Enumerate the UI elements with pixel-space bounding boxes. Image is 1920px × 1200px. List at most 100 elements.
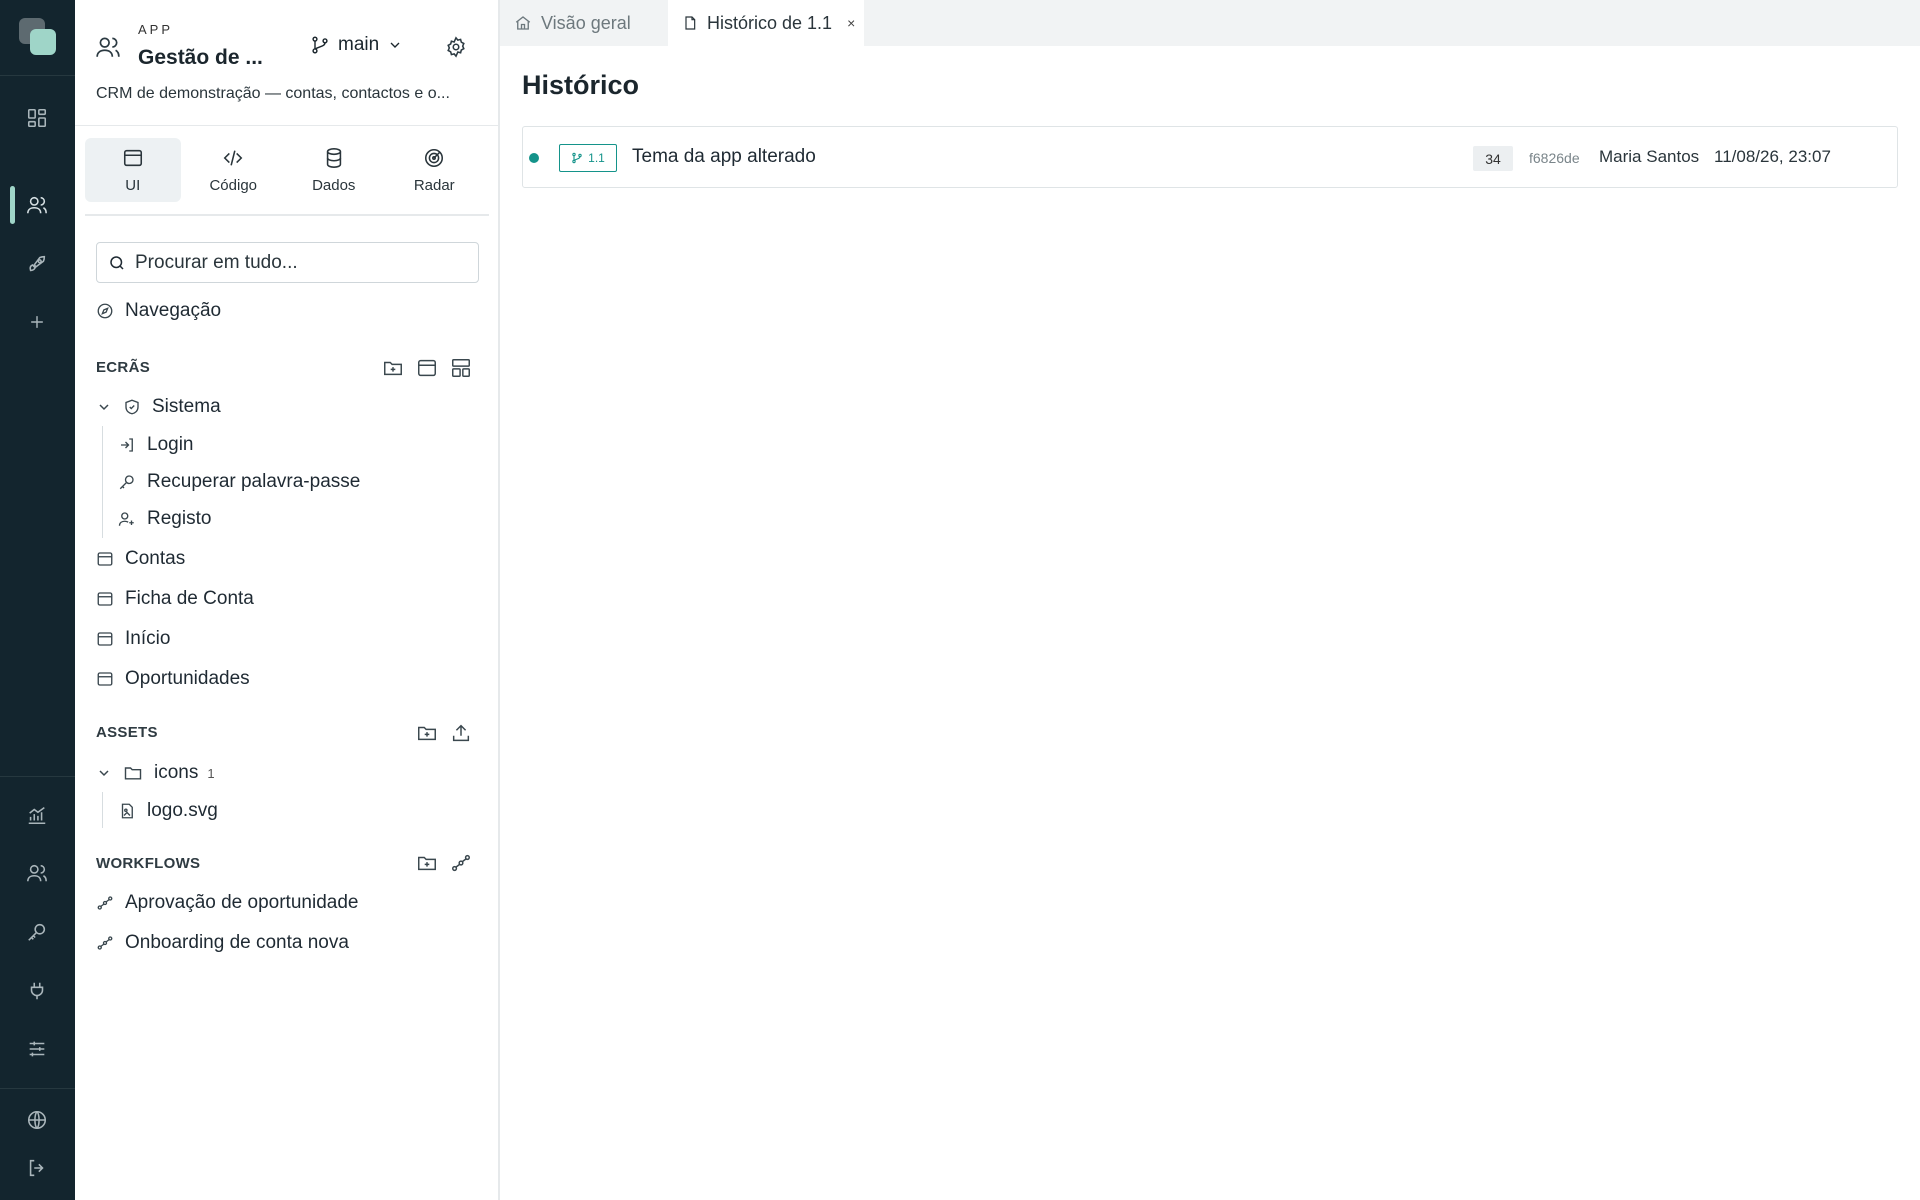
upload-icon[interactable] [450, 722, 472, 744]
page-title: Histórico [522, 70, 640, 100]
globe-icon[interactable] [23, 1106, 51, 1134]
navigation-item[interactable]: Navegação [96, 300, 221, 322]
tree-label: Login [147, 434, 194, 455]
plus-icon[interactable] [23, 308, 51, 336]
rocket-icon[interactable] [23, 250, 51, 278]
users-icon[interactable] [23, 191, 51, 219]
branch-label: main [338, 34, 380, 55]
key-icon[interactable] [23, 918, 51, 946]
screen-item-recuperar[interactable]: Recuperar palavra-passe [118, 471, 360, 493]
branch-selector[interactable]: main [310, 34, 403, 56]
mode-data[interactable]: Dados [286, 138, 382, 202]
screen-item-contas[interactable]: Contas [96, 548, 185, 570]
workflow-icon[interactable] [450, 852, 472, 874]
logout-icon[interactable] [23, 1154, 51, 1182]
key-icon [118, 473, 136, 491]
shield-icon [123, 398, 141, 416]
mode-code[interactable]: Código [186, 138, 282, 202]
tree-label: icons [154, 762, 199, 783]
tree-label: Sistema [152, 396, 221, 417]
screen-item-oportunidades[interactable]: Oportunidades [96, 668, 250, 690]
new-folder-icon[interactable] [416, 852, 438, 874]
file-icon [682, 14, 698, 32]
navigation-label: Navegação [125, 300, 222, 321]
history-date: 11/08/26, 23:07 [1714, 147, 1831, 166]
history-message: Tema da app alterado [632, 146, 816, 167]
screen-item-login[interactable]: Login [118, 434, 194, 456]
mode-radar[interactable]: Radar [387, 138, 483, 202]
asset-file-logo[interactable]: logo.svg [118, 800, 218, 822]
analytics-icon[interactable] [23, 801, 51, 829]
team-icon[interactable] [23, 859, 51, 887]
rail-divider [0, 1088, 75, 1089]
workflow-icon [96, 894, 114, 912]
tab-visao-geral[interactable]: Visão geral [500, 0, 668, 46]
browser-window-icon [96, 550, 114, 568]
screen-item-inicio[interactable]: Início [96, 628, 170, 650]
dashboard-icon[interactable] [23, 104, 51, 132]
screens-actions [382, 357, 472, 379]
app-description: CRM de demonstração — contas, contactos … [96, 85, 450, 102]
user-plus-icon [118, 510, 136, 528]
tab-bar: Visão geral Histórico de 1.1 × [500, 0, 1920, 46]
search-input[interactable] [135, 251, 455, 274]
rail-divider [0, 776, 75, 777]
tree-label: Registo [147, 508, 212, 529]
version-badge: 1.1 [559, 144, 617, 172]
workflows-actions [416, 852, 472, 874]
history-row[interactable]: 1.1 Tema da app alterado 34 f6826de Mari… [522, 126, 1898, 188]
chevron-down-icon [96, 765, 112, 781]
chevron-down-icon [96, 399, 112, 415]
close-icon[interactable]: × [847, 15, 855, 31]
tree-label: Contas [125, 548, 186, 569]
layout-icon[interactable] [450, 357, 472, 379]
compass-icon [96, 302, 114, 320]
users-icon [95, 34, 121, 60]
explorer-panel: APP Gestão de ... main CRM de demonstraç… [75, 0, 500, 1200]
rail-divider [0, 75, 75, 76]
workflow-icon [96, 934, 114, 952]
radar-icon [423, 147, 445, 169]
gear-icon[interactable] [445, 36, 467, 58]
asset-folder-icons[interactable]: icons 1 [96, 762, 215, 784]
history-author: Maria Santos [1599, 147, 1700, 166]
mode-label: Dados [312, 176, 356, 194]
browser-window-icon [96, 590, 114, 608]
tree-label: Aprovação de oportunidade [125, 892, 359, 913]
mode-ui[interactable]: UI [85, 138, 181, 202]
search-box [96, 242, 479, 283]
search-icon [108, 254, 126, 272]
logo[interactable] [19, 18, 57, 56]
version-label: 1.1 [588, 151, 605, 165]
mode-switcher: UI Código Dados Radar [85, 138, 487, 202]
database-icon [323, 147, 345, 169]
divider [75, 125, 498, 126]
tree-label: Onboarding de conta nova [125, 932, 349, 953]
new-folder-icon[interactable] [382, 357, 404, 379]
folder-count: 1 [207, 765, 215, 781]
tree-label: Início [125, 628, 171, 649]
tree-group-sistema[interactable]: Sistema [96, 396, 221, 418]
new-folder-icon[interactable] [416, 722, 438, 744]
tab-label: Histórico de 1.1 [707, 12, 833, 33]
new-screen-icon[interactable] [416, 357, 438, 379]
plug-icon[interactable] [23, 977, 51, 1005]
tree-label: Oportunidades [125, 668, 250, 689]
mode-label: Código [209, 176, 258, 194]
image-file-icon [118, 802, 136, 820]
rail-active-indicator [10, 186, 15, 224]
tab-historico[interactable]: Histórico de 1.1 × [668, 0, 864, 46]
divider [85, 214, 489, 216]
folder-icon [123, 763, 143, 783]
sliders-icon[interactable] [23, 1035, 51, 1063]
app-kicker: APP [138, 22, 174, 37]
tree-guide [102, 792, 103, 828]
screen-item-ficha-de-conta[interactable]: Ficha de Conta [96, 588, 254, 610]
screen-item-registo[interactable]: Registo [118, 508, 211, 530]
login-icon [118, 436, 136, 454]
app-title: Gestão de ... [138, 46, 263, 69]
browser-window-icon [96, 670, 114, 688]
workflow-item-aprovacao[interactable]: Aprovação de oportunidade [96, 892, 358, 914]
workflow-item-onboarding[interactable]: Onboarding de conta nova [96, 932, 349, 954]
mode-label: UI [125, 176, 141, 194]
